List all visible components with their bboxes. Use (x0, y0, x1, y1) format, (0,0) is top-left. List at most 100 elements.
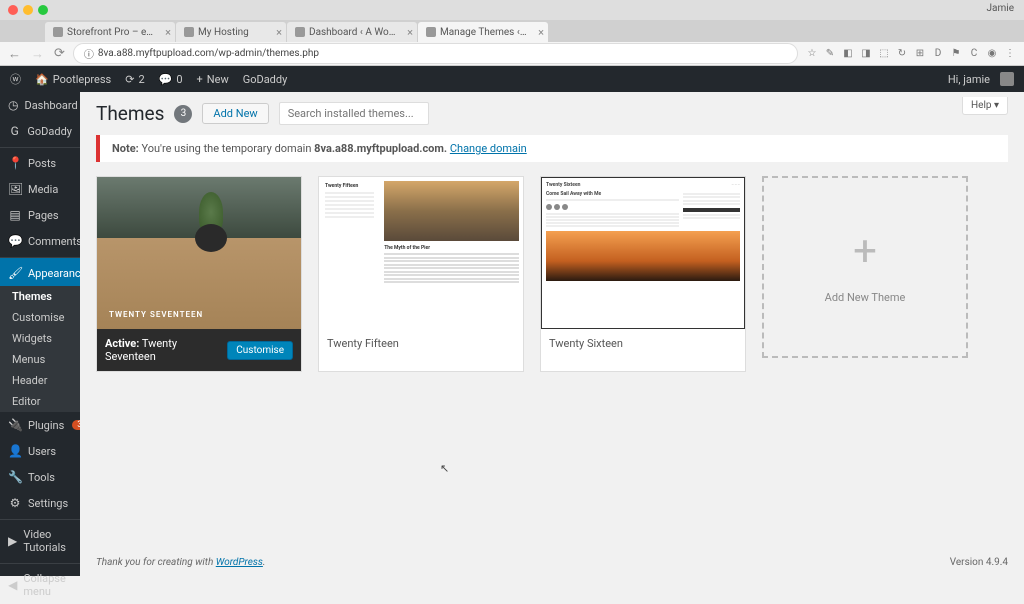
tools-icon: 🔧 (8, 470, 22, 484)
comments-link[interactable]: 💬 0 (159, 73, 183, 86)
browser-tab[interactable]: Manage Themes ‹ Pootlepress× (418, 22, 548, 42)
sidebar-item-appearance[interactable]: 🖌Appearance (0, 257, 80, 286)
browser-tab[interactable]: Storefront Pro – easily custom× (45, 22, 175, 42)
submenu-editor[interactable]: Editor (0, 391, 80, 412)
site-link[interactable]: 🏠 Pootlepress (35, 73, 111, 86)
new-link[interactable]: + New (197, 73, 229, 86)
address-bar[interactable]: ⓘ 8va.a88.myftpupload.com/wp-admin/theme… (73, 43, 798, 64)
sidebar-item-dashboard[interactable]: ◷Dashboard (0, 92, 80, 118)
ext-icon[interactable]: ◉ (986, 48, 998, 60)
reload-icon[interactable]: ⟳ (54, 46, 65, 62)
theme-card[interactable]: Twenty Sixteen— — — Come Sail Away with … (540, 176, 746, 372)
window-maximize[interactable] (38, 5, 48, 15)
theme-grid: TWENTY SEVENTEEN Active: Twenty Seventee… (96, 176, 1008, 372)
sidebar-collapse[interactable]: ◀Collapse menu (0, 563, 80, 604)
submenu-customise[interactable]: Customise (0, 307, 80, 328)
close-icon[interactable]: × (165, 26, 171, 39)
plus-icon: + (853, 231, 877, 273)
search-input[interactable] (279, 102, 429, 125)
submenu-menus[interactable]: Menus (0, 349, 80, 370)
theme-card[interactable]: Twenty Fifteen The Myth of the Pier Twen… (318, 176, 524, 372)
dashboard-icon: ◷ (8, 98, 18, 112)
sidebar-item-settings[interactable]: ⚙Settings (0, 490, 80, 516)
media-icon: 🖼 (8, 182, 22, 196)
theme-count: 3 (174, 105, 192, 123)
submenu-widgets[interactable]: Widgets (0, 328, 80, 349)
page-title: Themes (96, 102, 164, 125)
theme-card-active[interactable]: TWENTY SEVENTEEN Active: Twenty Seventee… (96, 176, 302, 372)
change-domain-link[interactable]: Change domain (450, 142, 527, 155)
admin-sidebar: ◷Dashboard GGoDaddy 📍Posts 🖼Media ▤Pages… (0, 92, 80, 576)
wordpress-link[interactable]: WordPress (216, 557, 263, 568)
brush-icon: 🖌 (8, 266, 22, 280)
sidebar-item-tools[interactable]: 🔧Tools (0, 464, 80, 490)
plugins-icon: 🔌 (8, 418, 22, 432)
star-icon[interactable]: ☆ (806, 48, 818, 60)
avatar[interactable] (1000, 72, 1014, 86)
sidebar-item-comments[interactable]: 💬Comments (0, 228, 80, 254)
browser-tab[interactable]: Dashboard ‹ A WordPress Sit× (287, 22, 417, 42)
ext-icon[interactable]: ◨ (860, 48, 872, 60)
ext-icon[interactable]: ⬚ (878, 48, 890, 60)
close-icon[interactable]: × (538, 26, 544, 39)
theme-screenshot: Twenty Sixteen— — — Come Sail Away with … (541, 177, 745, 329)
theme-name: Twenty Sixteen (549, 337, 623, 350)
sidebar-item-media[interactable]: 🖼Media (0, 176, 80, 202)
ext-icon[interactable]: ↻ (896, 48, 908, 60)
sidebar-submenu: Themes Customise Widgets Menus Header Ed… (0, 286, 80, 412)
godaddy-link[interactable]: GoDaddy (243, 73, 288, 86)
close-icon[interactable]: × (407, 26, 413, 39)
sidebar-item-godaddy[interactable]: GGoDaddy (0, 118, 80, 144)
extension-icons: ☆ ✎ ◧ ◨ ⬚ ↻ ⊞ D ⚑ C ◉ ⋮ (806, 48, 1016, 60)
theme-screenshot: TWENTY SEVENTEEN (97, 177, 301, 329)
tab-strip: Storefront Pro – easily custom× My Hosti… (0, 20, 1024, 42)
add-new-button[interactable]: Add New (202, 103, 268, 124)
wp-admin-bar: ⓦ 🏠 Pootlepress ⟳ 2 💬 0 + New GoDaddy Hi… (0, 66, 1024, 92)
theme-screenshot: Twenty Fifteen The Myth of the Pier (319, 177, 523, 329)
comments-icon: 💬 (8, 234, 22, 248)
back-icon[interactable]: ← (8, 46, 21, 62)
gear-icon: ⚙ (8, 496, 22, 510)
url-toolbar: ← → ⟳ ⓘ 8va.a88.myftpupload.com/wp-admin… (0, 42, 1024, 66)
ext-icon[interactable]: ✎ (824, 48, 836, 60)
info-icon: ⓘ (84, 46, 94, 61)
cursor-icon: ↖ (440, 462, 449, 475)
updates-link[interactable]: ⟳ 2 (125, 73, 144, 86)
version-label: Version 4.9.4 (950, 557, 1008, 568)
pages-icon: ▤ (8, 208, 22, 222)
window-close[interactable] (8, 5, 18, 15)
theme-name: Twenty Fifteen (327, 337, 399, 350)
sidebar-item-posts[interactable]: 📍Posts (0, 147, 80, 176)
sidebar-item-video[interactable]: ▶Video Tutorials (0, 519, 80, 560)
wp-logo-icon[interactable]: ⓦ (10, 71, 21, 87)
notice-banner: Note: You're using the temporary domain … (96, 135, 1008, 162)
help-tab[interactable]: Help ▾ (962, 97, 1008, 115)
add-theme-card[interactable]: + Add New Theme (762, 176, 968, 358)
menu-icon[interactable]: ⋮ (1004, 48, 1016, 60)
submenu-themes[interactable]: Themes (0, 286, 80, 307)
ext-icon[interactable]: ◧ (842, 48, 854, 60)
collapse-icon: ◀ (8, 578, 17, 592)
video-icon: ▶ (8, 534, 17, 548)
main-content: Help ▾ Themes 3 Add New Note: You're usi… (80, 92, 1024, 576)
browser-profile[interactable]: Jamie (987, 3, 1014, 14)
submenu-header[interactable]: Header (0, 370, 80, 391)
ext-icon[interactable]: ⊞ (914, 48, 926, 60)
customise-button[interactable]: Customise (227, 341, 293, 360)
forward-icon[interactable]: → (31, 46, 44, 62)
browser-titlebar: Jamie (0, 0, 1024, 20)
close-icon[interactable]: × (276, 26, 282, 39)
greeting[interactable]: Hi, jamie (948, 73, 990, 86)
godaddy-icon: G (8, 124, 21, 138)
users-icon: 👤 (8, 444, 22, 458)
sidebar-item-pages[interactable]: ▤Pages (0, 202, 80, 228)
sidebar-item-plugins[interactable]: 🔌Plugins3 (0, 412, 80, 438)
window-minimize[interactable] (23, 5, 33, 15)
admin-footer: Thank you for creating with WordPress. V… (80, 549, 1024, 576)
pin-icon: 📍 (8, 156, 22, 170)
ext-icon[interactable]: C (968, 48, 980, 60)
ext-icon[interactable]: D (932, 48, 944, 60)
browser-tab[interactable]: My Hosting× (176, 22, 286, 42)
sidebar-item-users[interactable]: 👤Users (0, 438, 80, 464)
ext-icon[interactable]: ⚑ (950, 48, 962, 60)
